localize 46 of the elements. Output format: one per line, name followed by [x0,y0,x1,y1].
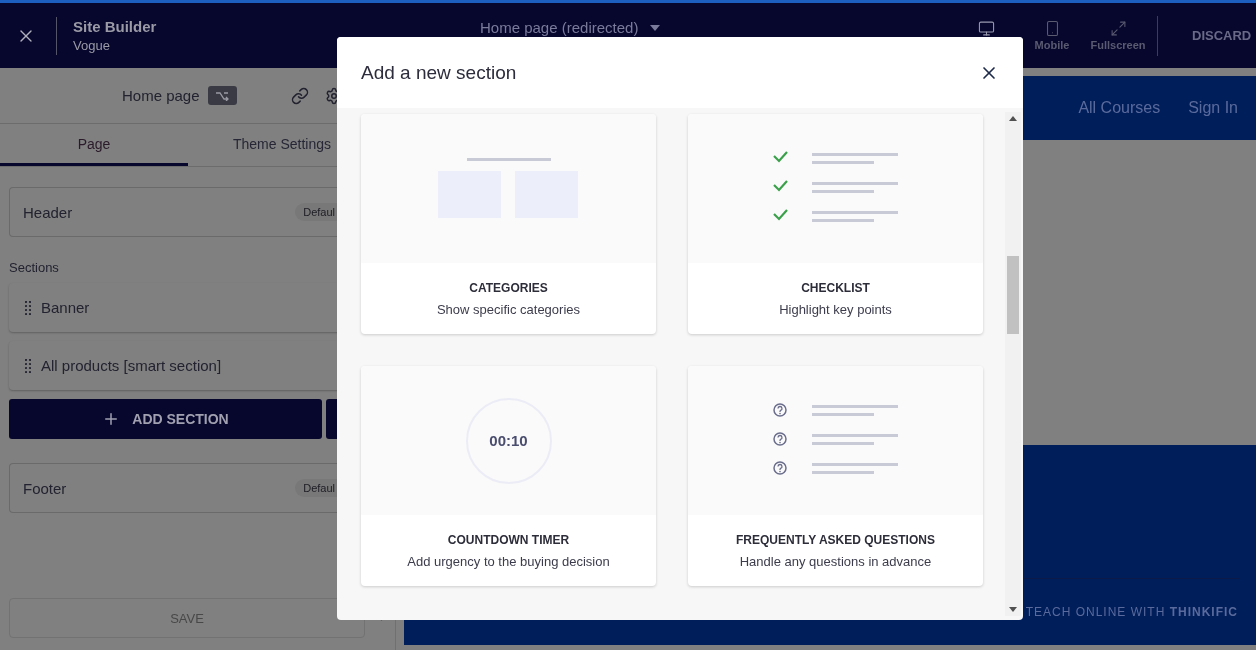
add-section-button[interactable]: ADD SECTION [9,399,322,439]
scroll-down-icon[interactable] [1009,607,1017,612]
header-label: Header [23,203,74,221]
drag-handle-icon[interactable] [25,358,31,373]
monitor-icon [977,19,995,37]
header-card[interactable]: Header Defaul [9,187,337,237]
mobile-view-button[interactable]: Mobile [1019,19,1085,52]
scroll-up-icon[interactable] [1009,116,1017,121]
section-name: Banner [41,299,90,316]
footer-card[interactable]: Footer Defaul [9,463,337,513]
default-badge: Defaul [295,479,337,497]
fullscreen-view-button[interactable]: Fullscreen [1085,19,1151,52]
card-title: COUNTDOWN TIMER [447,532,570,547]
drag-handle-icon[interactable] [25,300,31,315]
footer-label: Footer [23,479,68,497]
nav-link[interactable]: All Courses [1078,99,1161,117]
section-name: All products [smart section] [41,357,222,374]
section-card[interactable]: CHECKLIST Highlight key points [688,114,983,334]
footer-tagline: TEACH ONLINE WITH THINKIFIC [1025,605,1238,619]
section-card[interactable]: FREQUENTLY ASKED QUESTIONS Handle any questions in advance [688,366,983,586]
discard-button[interactable]: DISCARD [1176,28,1256,43]
card-description: Add urgency to the buying decision [407,553,610,569]
caret-icon [650,24,661,31]
card-description: Show specific categories [436,301,581,317]
scroll-thumb[interactable] [1007,256,1019,334]
expand-icon [1109,19,1127,37]
countdown-timer: 00:10 [465,397,552,484]
card-title: FREQUENTLY ASKED QUESTIONS [736,532,935,547]
section-card[interactable]: CATEGORIES Show specific categories [361,114,656,334]
card-title: CHECKLIST [801,280,870,295]
site-name: Vogue [73,38,111,53]
dialog-title: Add a new section [361,61,518,84]
card-description: Highlight key points [779,301,892,317]
redirect-badge [207,86,237,105]
sections-label: Sections [9,260,60,275]
page-name: Home page [122,87,200,104]
card-title: CATEGORIES [469,280,548,295]
page-selector[interactable]: Home page (redirected) [480,19,661,36]
card-description: Handle any questions in advance [739,553,932,569]
scrollbar[interactable] [1005,112,1021,616]
tab[interactable]: Page [0,124,188,166]
link-icon[interactable] [290,86,309,105]
section-card[interactable]: 00:10 COUNTDOWN TIMER Add urgency to the buying decision [361,366,656,586]
default-badge: Defaul [295,203,337,221]
nav-link[interactable]: Sign In [1188,99,1238,117]
app-title: Site Builder [73,18,158,35]
